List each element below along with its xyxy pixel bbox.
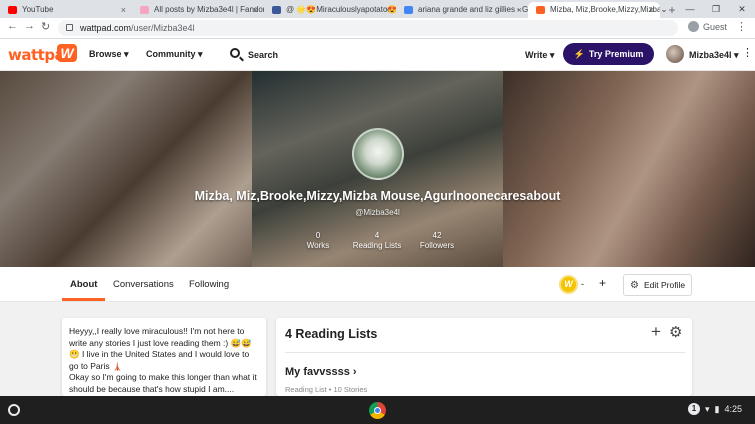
clock: 4:25 — [724, 404, 743, 414]
tab-close-icon[interactable]: × — [517, 2, 522, 18]
browser-tab-bar: YouTube × All posts by Mizba3e4l | Fando… — [0, 0, 755, 18]
status-tray[interactable]: 1 ▾ ▮ 4:25 — [688, 403, 742, 415]
tab-about[interactable]: About — [70, 279, 97, 290]
lock-icon — [66, 24, 73, 31]
window-controls: ⌄ — ❐ ✕ — [651, 0, 755, 18]
settings-gear-icon[interactable]: ⚙ — [669, 323, 682, 341]
profile-handle: @Mizba3e4l — [355, 208, 400, 217]
browser-toolbar: ← → ↻ wattpad.com/user/Mizba3e4l Guest ⋮ — [0, 18, 755, 39]
more-options-icon[interactable]: ⋮ — [742, 46, 753, 59]
gear-icon: ⚙ — [630, 280, 639, 291]
premium-label: Try Premium — [588, 49, 644, 59]
tab-title: YouTube — [22, 5, 54, 14]
user-avatar[interactable] — [666, 45, 684, 63]
about-text: Heyyy,,I really love miraculous!! I'm no… — [69, 326, 257, 394]
search-icon[interactable] — [230, 48, 240, 58]
tab-close-icon[interactable]: × — [121, 2, 126, 18]
url-host: wattpad.com — [80, 23, 132, 33]
stat-label: Followers — [419, 241, 455, 250]
community-menu[interactable]: Community ▾ — [146, 49, 203, 60]
edit-profile-label: Edit Profile — [644, 280, 686, 290]
chrome-icon[interactable] — [369, 402, 386, 419]
browse-menu[interactable]: Browse ▾ — [89, 49, 129, 60]
tab-conversations[interactable]: Conversations — [113, 279, 174, 290]
launcher-icon[interactable] — [8, 404, 20, 416]
youtube-favicon-icon — [8, 6, 17, 14]
browser-tab-fandom[interactable]: All posts by Mizba3e4l | Fandom × — [132, 2, 264, 18]
divider — [285, 352, 685, 353]
wifi-icon: ▾ — [705, 403, 710, 414]
profile-banner: Mizba, Miz,Brooke,Mizzy,Mizba Mouse,Agur… — [0, 71, 755, 267]
os-shelf: 1 ▾ ▮ 4:25 — [0, 396, 755, 424]
edit-profile-button[interactable]: ⚙ Edit Profile — [623, 274, 692, 296]
reading-list-meta: Reading List • 10 Stories — [285, 385, 368, 394]
wattpad-favicon-icon — [536, 6, 545, 14]
tab-title: ariana grande and liz gillies - Google — [418, 5, 528, 14]
tab-search-icon[interactable]: ⌄ — [651, 0, 677, 18]
browser-tab-google[interactable]: ariana grande and liz gillies - Google × — [396, 2, 528, 18]
url-path: /user/Mizba3e4l — [131, 23, 195, 33]
wattpad-header: wattpad W Browse ▾ Community ▾ Search Wr… — [0, 39, 755, 71]
stat-followers[interactable]: 42 Followers — [402, 231, 472, 251]
write-menu[interactable]: Write ▾ — [525, 50, 554, 61]
tab-following[interactable]: Following — [189, 279, 229, 290]
close-window-icon[interactable]: ✕ — [729, 0, 755, 18]
profile-display-name: Mizba, Miz,Brooke,Mizzy,Mizba Mouse,Agur… — [194, 189, 561, 203]
google-favicon-icon — [404, 6, 413, 14]
tab-title: All posts by Mizba3e4l | Fandom — [154, 5, 264, 14]
back-icon[interactable]: ← — [7, 20, 18, 32]
browser-tab-miraculous[interactable]: @ 🌟😍Miraculouslyapotato😍 × — [264, 2, 396, 18]
lightning-icon: ⚡ — [573, 49, 585, 59]
reload-icon[interactable]: ↻ — [41, 20, 50, 33]
address-bar[interactable]: wattpad.com/user/Mizba3e4l — [58, 20, 678, 36]
minimize-icon[interactable]: — — [677, 0, 703, 18]
add-coins-button[interactable]: + — [599, 276, 606, 290]
tab-close-icon[interactable]: × — [385, 2, 390, 18]
coin-balance: - — [581, 279, 584, 289]
wattpad-logo-icon[interactable]: W — [57, 44, 77, 62]
coin-icon[interactable]: W — [559, 275, 578, 294]
guest-avatar-icon — [688, 21, 699, 32]
try-premium-button[interactable]: ⚡ Try Premium — [563, 43, 654, 65]
profile-avatar — [352, 128, 404, 180]
profile-label: Guest — [703, 21, 728, 32]
add-list-icon[interactable]: + — [651, 322, 661, 342]
tab-close-icon[interactable]: × — [253, 2, 258, 18]
forward-icon[interactable]: → — [24, 20, 35, 32]
browser-tab-youtube[interactable]: YouTube × — [0, 2, 132, 18]
reading-lists-title: 4 Reading Lists — [285, 327, 378, 341]
profile-button[interactable]: Guest — [688, 21, 727, 32]
browser-tab-wattpad[interactable]: Mizba, Miz,Brooke,Mizzy,Mizba Mouse × — [528, 2, 660, 18]
about-card: Heyyy,,I really love miraculous!! I'm no… — [62, 318, 266, 396]
browser-menu-icon[interactable]: ⋮ — [736, 20, 747, 33]
fandom-favicon-icon — [140, 6, 149, 14]
battery-icon: ▮ — [714, 403, 720, 414]
profile-tabs: About Conversations Following W - + ⚙ Ed… — [0, 267, 755, 302]
maximize-icon[interactable]: ❐ — [703, 0, 729, 18]
reading-lists-card: 4 Reading Lists + ⚙ My favvssss › Readin… — [276, 318, 692, 396]
search-button[interactable]: Search — [248, 50, 278, 60]
reading-list-name[interactable]: My favvssss › — [285, 366, 357, 378]
user-menu[interactable]: Mizba3e4l ▾ — [689, 50, 739, 61]
tab-title: @ 🌟😍Miraculouslyapotato😍 — [286, 5, 396, 14]
notification-badge: 1 — [688, 403, 700, 415]
stat-value: 42 — [432, 231, 442, 240]
tab-title: Mizba, Miz,Brooke,Mizzy,Mizba Mouse — [550, 5, 660, 14]
active-tab-indicator — [62, 298, 105, 301]
calendar-favicon-icon — [272, 6, 281, 14]
